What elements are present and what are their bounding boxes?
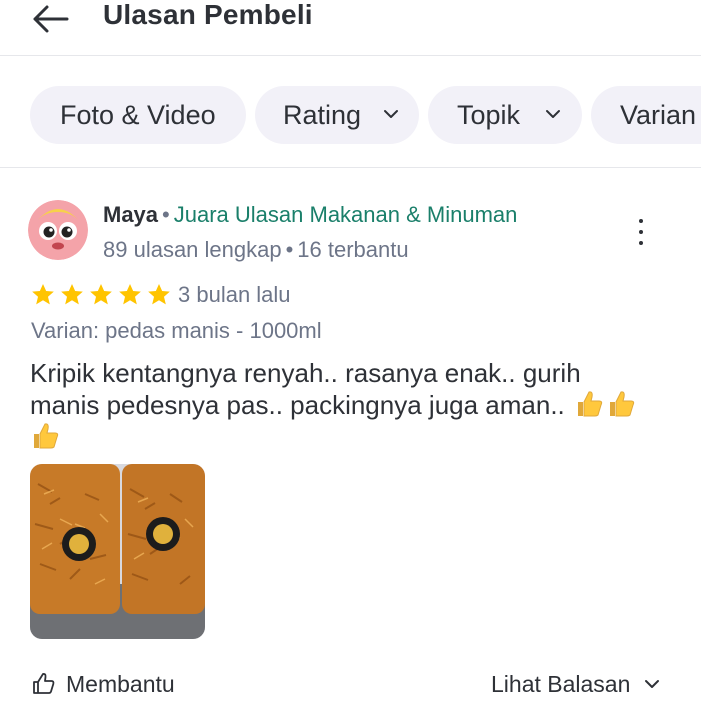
- filter-bar: Foto & Video Rating Topik Varian: [0, 57, 701, 168]
- reviewer-stats: 89 ulasan lengkap • 16 terbantu: [103, 237, 409, 263]
- filter-chip-label: Foto & Video: [60, 99, 216, 130]
- view-replies-label: Lihat Balasan: [491, 670, 631, 697]
- review-photo[interactable]: [30, 464, 205, 639]
- thumbs-up-emoji-icon: [34, 423, 59, 449]
- filter-chip-rating[interactable]: Rating: [255, 86, 419, 144]
- star-icon: [90, 283, 112, 305]
- avatar[interactable]: [28, 200, 88, 260]
- kebab-dot: [639, 241, 643, 245]
- filter-chip-foto-video[interactable]: Foto & Video: [30, 86, 246, 144]
- filter-chip-label: Topik: [457, 99, 521, 130]
- reviewer-line: Maya • Juara Ulasan Makanan & Minuman: [103, 202, 517, 228]
- thumbs-up-emoji-icon: [610, 391, 635, 417]
- filter-chip-label: Rating: [283, 99, 362, 130]
- star-icon: [32, 283, 54, 305]
- review-card: Maya • Juara Ulasan Makanan & Minuman 89 u…: [0, 169, 701, 701]
- arrow-left-icon: [33, 5, 69, 33]
- star-icon: [61, 283, 83, 305]
- view-replies-button[interactable]: Lihat Balasan: [491, 669, 660, 699]
- review-text: Kripik kentangnya renyah.. rasanya enak.…: [30, 358, 680, 453]
- back-button[interactable]: [30, 2, 70, 36]
- star-icon: [148, 283, 170, 305]
- filter-chip-varian[interactable]: Varian: [591, 86, 701, 144]
- review-text-line: Kripik kentangnya renyah.. rasanya enak.…: [30, 358, 581, 388]
- chevron-down-icon: [546, 110, 560, 118]
- star-icon: [119, 283, 141, 305]
- filter-chip-label: Varian: [620, 99, 697, 130]
- page-title: Ulasan Pembeli: [103, 0, 313, 30]
- separator-dot: •: [285, 237, 294, 262]
- reviewer-badge[interactable]: Juara Ulasan Makanan & Minuman: [174, 202, 518, 227]
- helpful-count: 16 terbantu: [297, 237, 409, 262]
- helpful-label: Membantu: [66, 670, 175, 697]
- chevron-down-icon: [645, 680, 660, 688]
- chevron-down-icon: [384, 110, 398, 118]
- review-count: 89 ulasan lengkap: [103, 237, 282, 262]
- thumbs-up-emoji-icon: [578, 391, 603, 417]
- helpful-button[interactable]: Membantu: [32, 669, 175, 699]
- separator-dot: •: [162, 202, 170, 227]
- reviewer-name[interactable]: Maya: [103, 202, 158, 227]
- more-options-button[interactable]: [626, 215, 656, 249]
- review-text-line: manis pedesnya pas.. packingnya juga ama…: [30, 390, 565, 420]
- thumbs-up-icon: [33, 673, 55, 694]
- rating-stars: [30, 282, 172, 308]
- product-photo-illustration: [30, 464, 205, 639]
- top-app-bar: Ulasan Pembeli: [0, 0, 701, 56]
- kebab-dot: [639, 230, 643, 234]
- avatar-illustration: [28, 200, 88, 260]
- filter-chip-topik[interactable]: Topik: [428, 86, 582, 144]
- review-variant: Varian: pedas manis - 1000ml: [31, 318, 322, 343]
- kebab-dot: [639, 219, 643, 223]
- review-time: 3 bulan lalu: [178, 282, 291, 307]
